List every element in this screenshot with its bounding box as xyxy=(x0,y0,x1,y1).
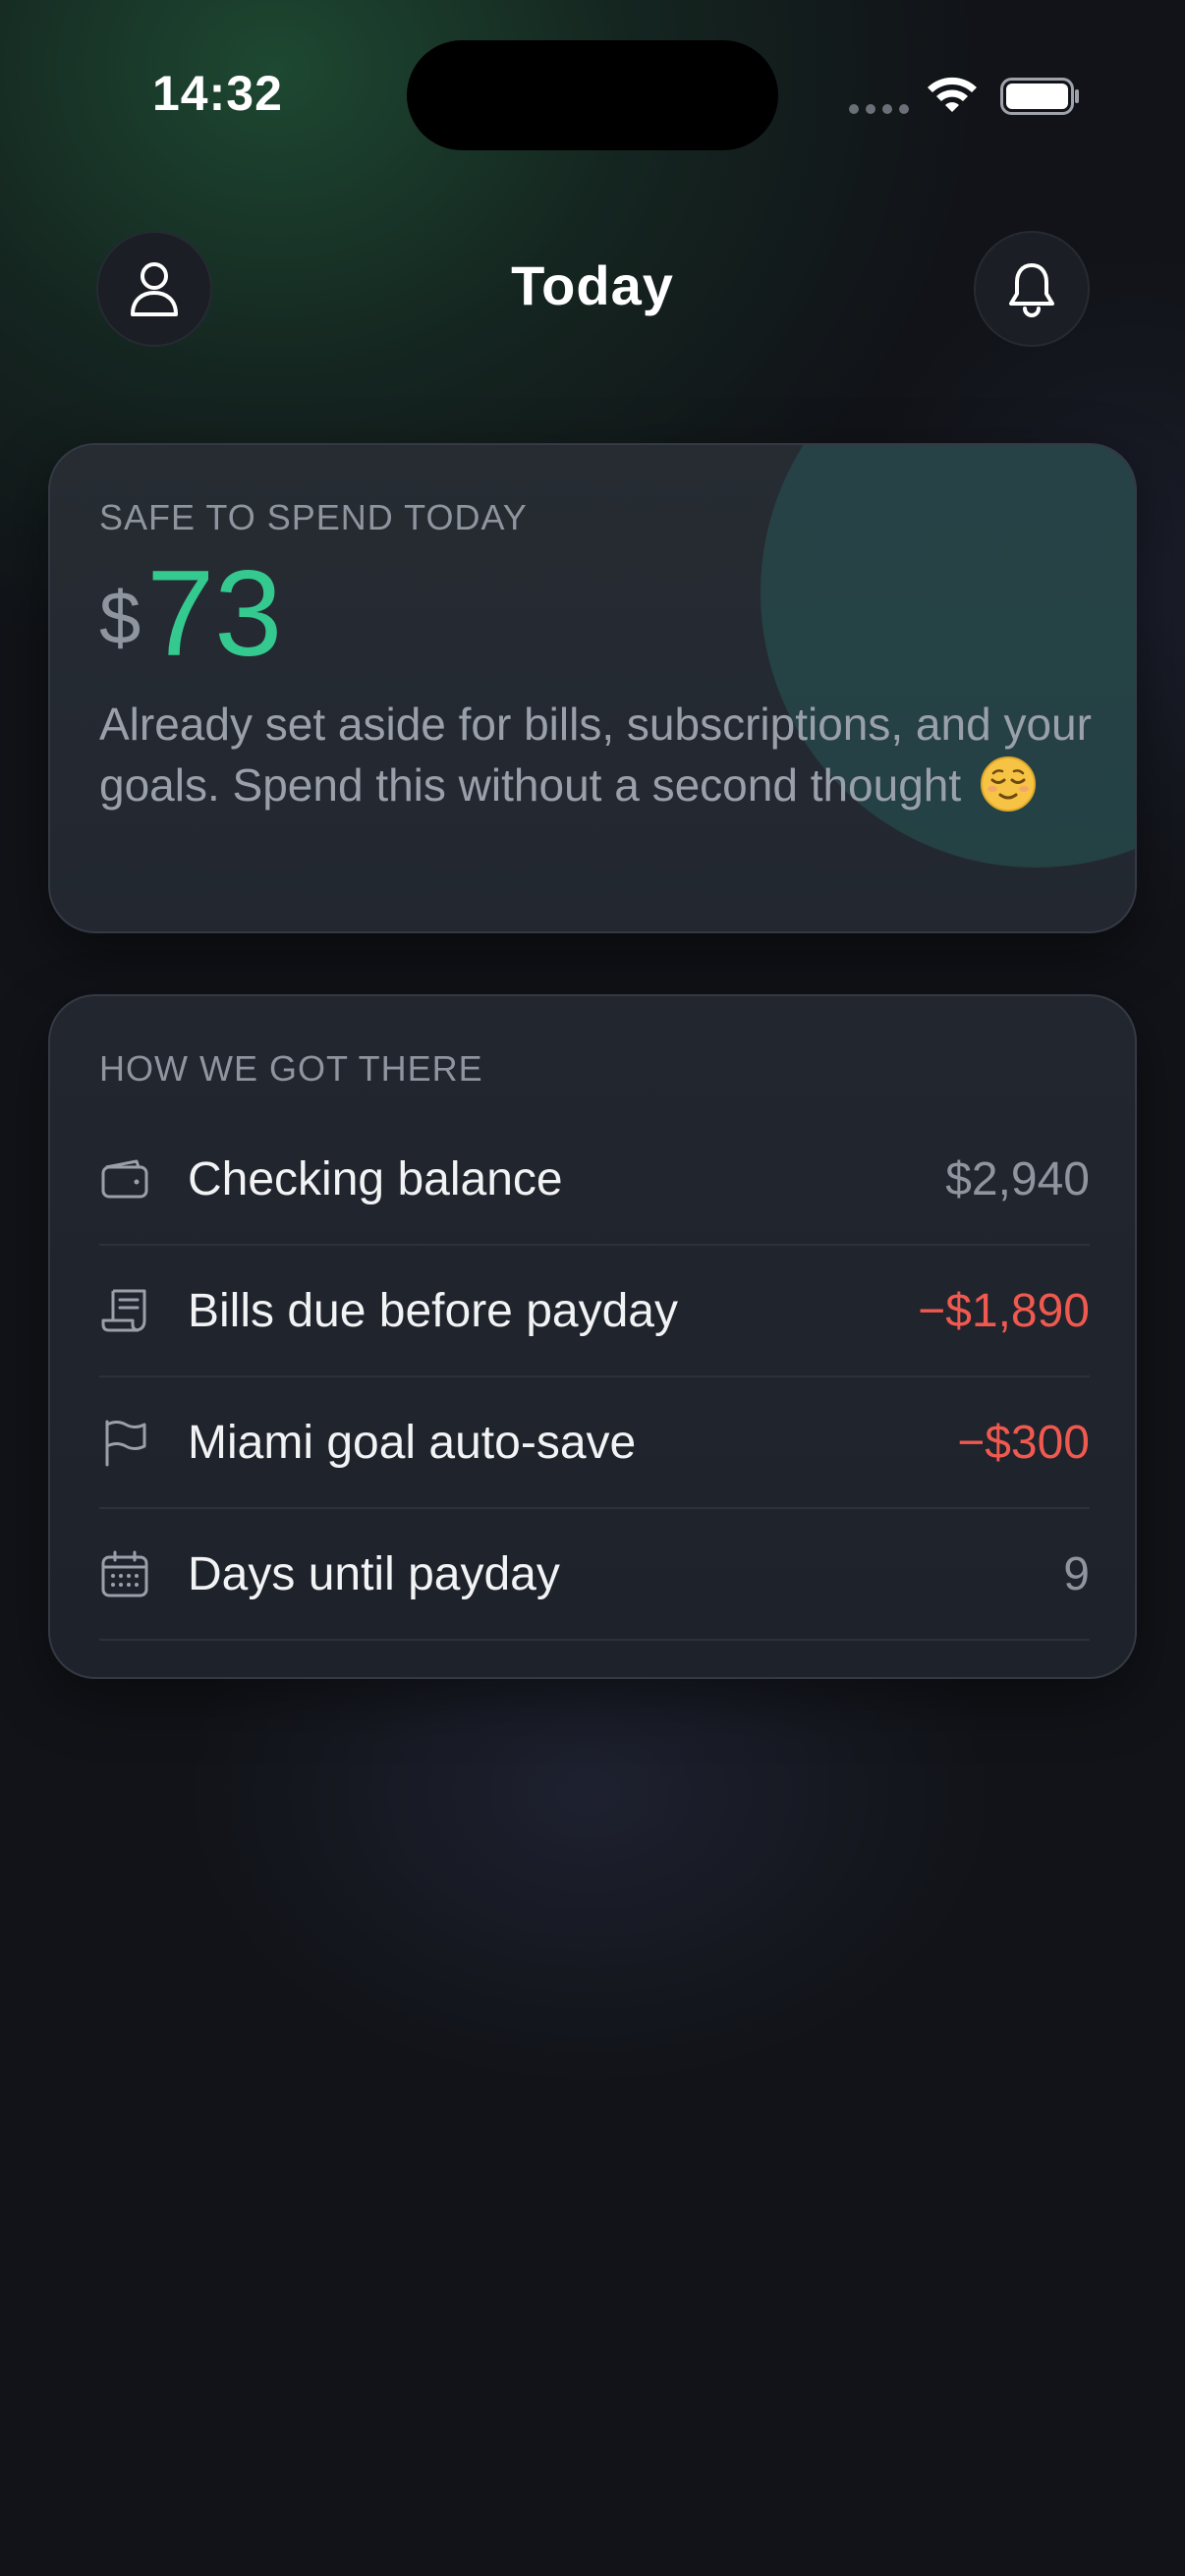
description-text: Already set aside for bills, subscriptio… xyxy=(99,699,1092,811)
app-screen: 14:32 Today SAFE TO SPEND TODAY $ 73 Alr… xyxy=(0,0,1185,2576)
row-value: −$1,890 xyxy=(918,1284,1090,1337)
breakdown-list: Checking balance $2,940 Bills due before… xyxy=(99,1114,1090,1641)
status-time: 14:32 xyxy=(152,66,283,121)
list-item[interactable]: Bills due before payday −$1,890 xyxy=(99,1246,1090,1377)
receipt-icon xyxy=(101,1289,146,1332)
breakdown-label: HOW WE GOT THERE xyxy=(99,1048,483,1089)
cellular-signal-icon xyxy=(849,104,909,114)
safe-to-spend-card[interactable]: SAFE TO SPEND TODAY $ 73 Already set asi… xyxy=(48,443,1137,933)
amount-value: 73 xyxy=(146,546,283,682)
flag-icon xyxy=(105,1420,146,1467)
list-item[interactable]: Checking balance $2,940 xyxy=(99,1114,1090,1246)
safe-to-spend-label: SAFE TO SPEND TODAY xyxy=(99,497,528,537)
list-item[interactable]: Miami goal auto-save −$300 xyxy=(99,1377,1090,1509)
relieved-face-icon xyxy=(980,756,1036,812)
list-item[interactable]: Days until payday 9 xyxy=(99,1509,1090,1641)
currency-symbol: $ xyxy=(99,577,141,660)
wallet-icon xyxy=(101,1159,148,1199)
row-label: Miami goal auto-save xyxy=(188,1416,637,1469)
notifications-button[interactable] xyxy=(974,231,1090,347)
row-label: Checking balance xyxy=(188,1152,563,1205)
bell-icon xyxy=(1009,263,1054,317)
safe-to-spend-amount: $ 73 xyxy=(99,553,282,675)
wifi-icon xyxy=(928,77,977,112)
row-value: $2,940 xyxy=(945,1152,1090,1205)
dynamic-island xyxy=(407,40,778,150)
calendar-icon xyxy=(101,1550,148,1597)
row-value: −$300 xyxy=(957,1416,1090,1469)
breakdown-card: HOW WE GOT THERE Checking balance $2,940 xyxy=(48,994,1137,1679)
battery-icon xyxy=(1000,78,1079,115)
row-label: Days until payday xyxy=(188,1547,560,1600)
row-value: 9 xyxy=(1063,1547,1090,1600)
safe-to-spend-description: Already set aside for bills, subscriptio… xyxy=(99,694,1111,815)
row-label: Bills due before payday xyxy=(188,1284,678,1337)
